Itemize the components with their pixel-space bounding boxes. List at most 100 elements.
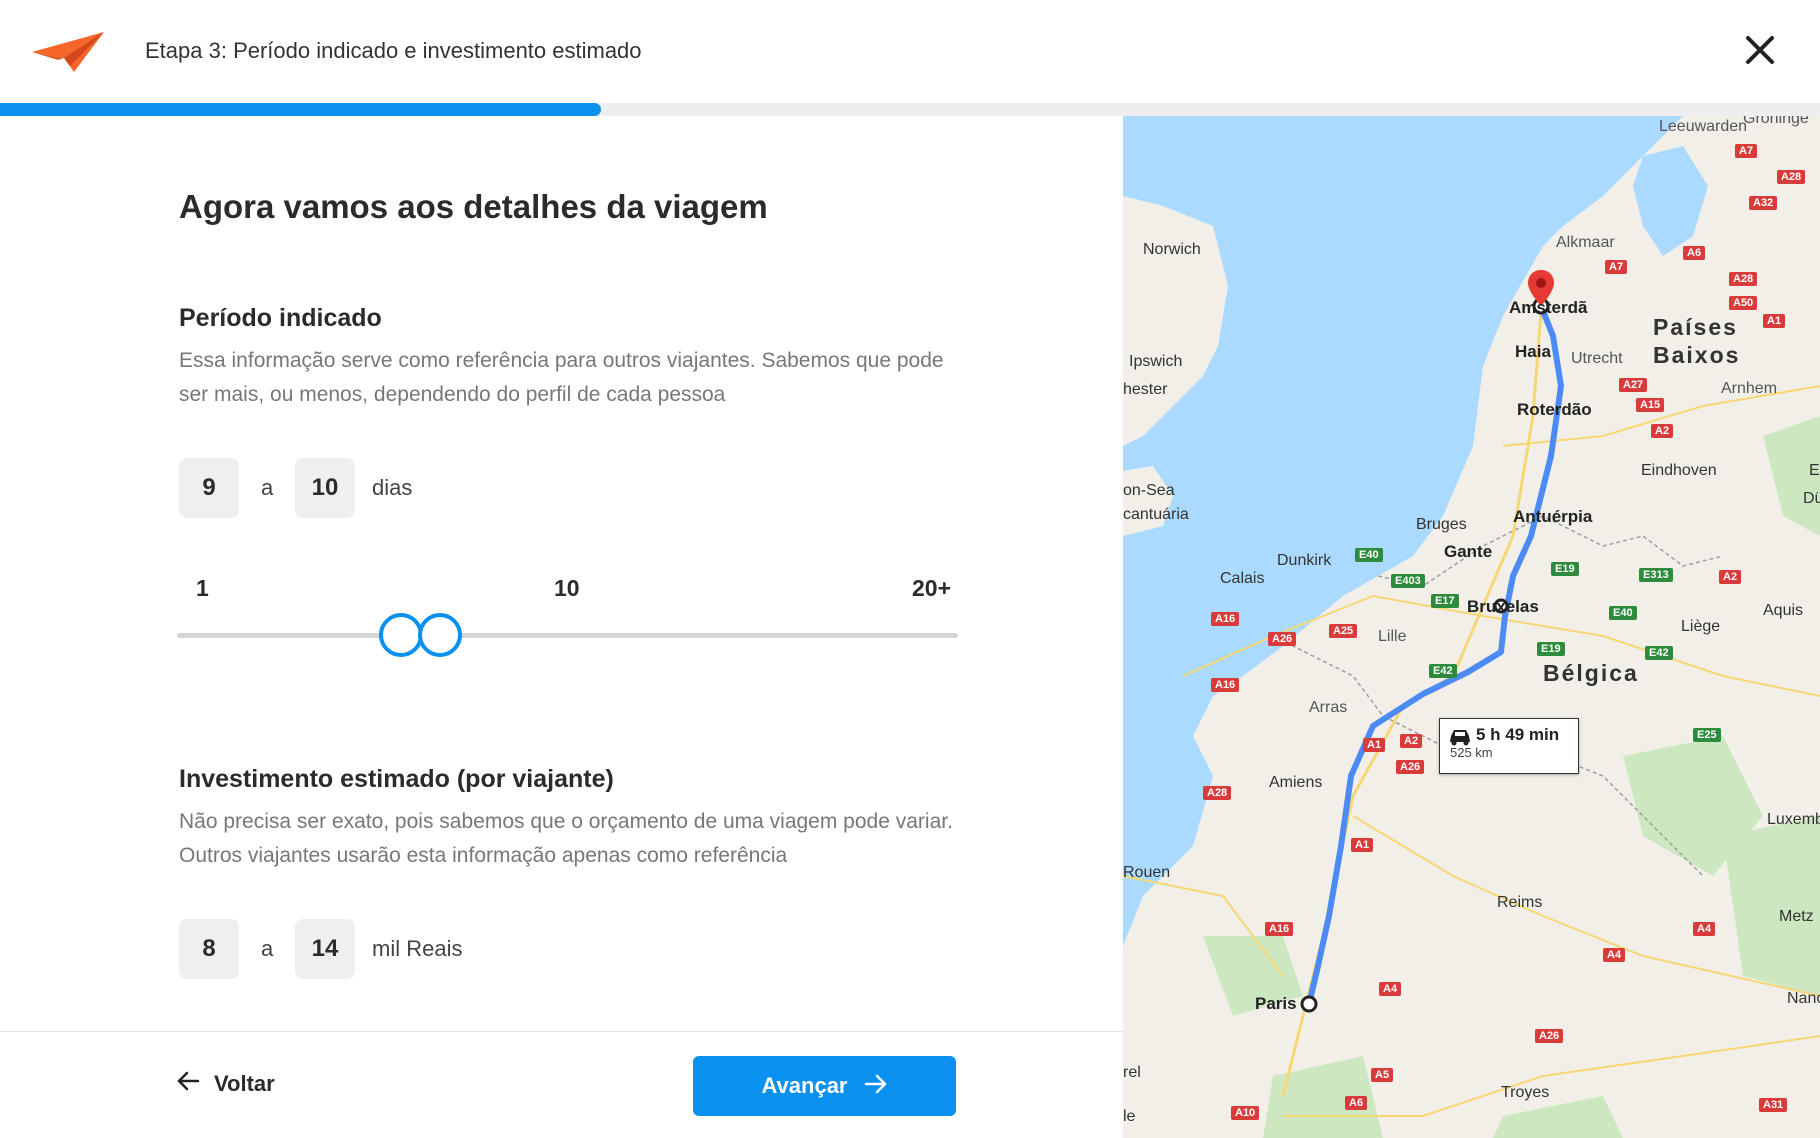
investment-desc-line: Outros viajantes usarão esta informação … — [179, 844, 788, 867]
road-shield: A28 — [1729, 272, 1758, 286]
map-label: Liège — [1681, 618, 1721, 635]
road-shield: A28 — [1777, 170, 1806, 184]
map-label: hester — [1123, 381, 1168, 398]
map-city-roterdao: Roterdão — [1517, 400, 1592, 419]
road-shield: A50 — [1729, 296, 1758, 310]
investment-min-input[interactable]: 8 — [179, 919, 239, 979]
road-shield: A1 — [1763, 314, 1786, 328]
road-shield: E19 — [1551, 562, 1579, 576]
road-shield: A15 — [1636, 398, 1665, 412]
map-city-gante: Gante — [1444, 542, 1493, 561]
road-shield: A2 — [1400, 734, 1423, 748]
road-shield: A1 — [1351, 838, 1374, 852]
map-country-label: Bélgica — [1543, 660, 1639, 686]
map-label: Arras — [1309, 699, 1348, 716]
map-label: Alkmaar — [1556, 234, 1615, 251]
road-shield: A5 — [1371, 1068, 1394, 1082]
road-shield: A4 — [1693, 922, 1716, 936]
map-city-paris: Paris — [1255, 994, 1297, 1013]
period-title: Período indicado — [179, 304, 382, 332]
back-button[interactable]: Voltar — [176, 1070, 275, 1097]
investment-unit: mil Reais — [372, 936, 463, 961]
road-shield: A26 — [1268, 632, 1297, 646]
road-shield: E40 — [1609, 606, 1637, 620]
footer: Voltar Avançar — [0, 1031, 1123, 1138]
arrow-right-icon — [864, 1073, 888, 1100]
investment-max-input[interactable]: 14 — [295, 919, 355, 979]
step-title: Etapa 3: Período indicado e investimento… — [145, 38, 642, 63]
road-shield: E313 — [1639, 568, 1673, 582]
close-icon[interactable] — [1740, 30, 1780, 70]
road-shield: A7 — [1735, 144, 1758, 158]
road-shield: E19 — [1537, 642, 1565, 656]
period-slider-handle-max[interactable] — [418, 613, 463, 657]
road-shield: A16 — [1265, 922, 1294, 936]
arrow-left-icon — [176, 1070, 200, 1097]
map-label: Groninge — [1743, 116, 1809, 127]
period-slider-track[interactable] — [177, 633, 958, 638]
road-shield: A6 — [1345, 1096, 1368, 1110]
road-shield: E17 — [1431, 594, 1459, 608]
road-shield: A25 — [1329, 624, 1358, 638]
paper-plane-icon[interactable] — [30, 30, 104, 74]
road-shield: A7 — [1605, 260, 1628, 274]
map-label: Nanc — [1787, 990, 1820, 1007]
map-label: Amiens — [1269, 774, 1323, 791]
slider-tick-min: 1 — [196, 575, 209, 601]
map-city-haia: Haia — [1515, 342, 1551, 361]
investment-desc-line: Não precisa ser exato, pois sabemos que … — [179, 810, 953, 833]
road-shield: E42 — [1429, 664, 1457, 678]
road-shield: A4 — [1603, 948, 1626, 962]
road-shield: A6 — [1683, 246, 1706, 260]
map-label: Calais — [1220, 570, 1265, 587]
map-label: cantuária — [1123, 506, 1189, 523]
route-duration-callout[interactable]: 5 h 49 min 525 km — [1439, 718, 1579, 774]
road-shield: E40 — [1355, 548, 1383, 562]
map-label: Troyes — [1501, 1084, 1550, 1101]
road-shield: A26 — [1396, 760, 1425, 774]
road-shield: E403 — [1391, 574, 1425, 588]
map-label: Rouen — [1123, 864, 1171, 881]
road-shield: E25 — [1693, 728, 1721, 742]
road-shield: A4 — [1379, 982, 1402, 996]
period-desc-line: ser mais, ou menos, dependendo do perfil… — [179, 383, 726, 406]
route-map[interactable]: Norwich Ipswich hester on-Sea cantuária … — [1123, 116, 1820, 1138]
header: Etapa 3: Período indicado e investimento… — [0, 0, 1820, 103]
back-button-label: Voltar — [214, 1070, 275, 1096]
map-city-amsterdam: Amsterdã — [1509, 298, 1588, 317]
map-label: Norwich — [1143, 241, 1201, 258]
investment-description: Não precisa ser exato, pois sabemos que … — [179, 805, 979, 873]
map-label: rel — [1123, 1064, 1141, 1081]
period-max-input[interactable]: 10 — [295, 458, 355, 518]
map-label: Dü — [1803, 490, 1820, 507]
road-shield: A32 — [1749, 196, 1778, 210]
period-unit: dias — [372, 475, 413, 500]
map-label: Reims — [1497, 894, 1543, 911]
slider-tick-mid: 10 — [554, 575, 580, 601]
map-label: Dunkirk — [1277, 552, 1332, 569]
road-shield: A28 — [1203, 786, 1232, 800]
map-label: Arnhem — [1721, 380, 1778, 397]
page-title: Agora vamos aos detalhes da viagem — [179, 188, 768, 225]
investment-separator: a — [261, 936, 274, 961]
next-button[interactable]: Avançar — [693, 1056, 956, 1116]
map-label: Lille — [1378, 628, 1407, 645]
map-label: Ipswich — [1129, 353, 1183, 370]
map-label: Luxemburg — [1767, 811, 1820, 828]
map-label: on-Sea — [1123, 482, 1175, 499]
map-label: E — [1809, 462, 1820, 479]
route-duration: 5 h 49 min — [1476, 725, 1560, 744]
map-label: Utrecht — [1571, 350, 1623, 367]
progress-bar — [0, 103, 1820, 116]
next-button-label: Avançar — [761, 1073, 848, 1098]
road-shield: A2 — [1719, 570, 1742, 584]
period-min-input[interactable]: 9 — [179, 458, 239, 518]
map-label: Bruges — [1416, 516, 1467, 533]
period-description: Essa informação serve como referência pa… — [179, 344, 979, 412]
road-shield: A10 — [1231, 1106, 1260, 1120]
map-label: Leeuwarden — [1659, 118, 1748, 135]
investment-title: Investimento estimado (por viajante) — [179, 765, 614, 793]
period-slider-handle-min[interactable] — [379, 613, 424, 657]
map-label: Eindhoven — [1641, 462, 1717, 479]
road-shield: A26 — [1535, 1029, 1564, 1043]
